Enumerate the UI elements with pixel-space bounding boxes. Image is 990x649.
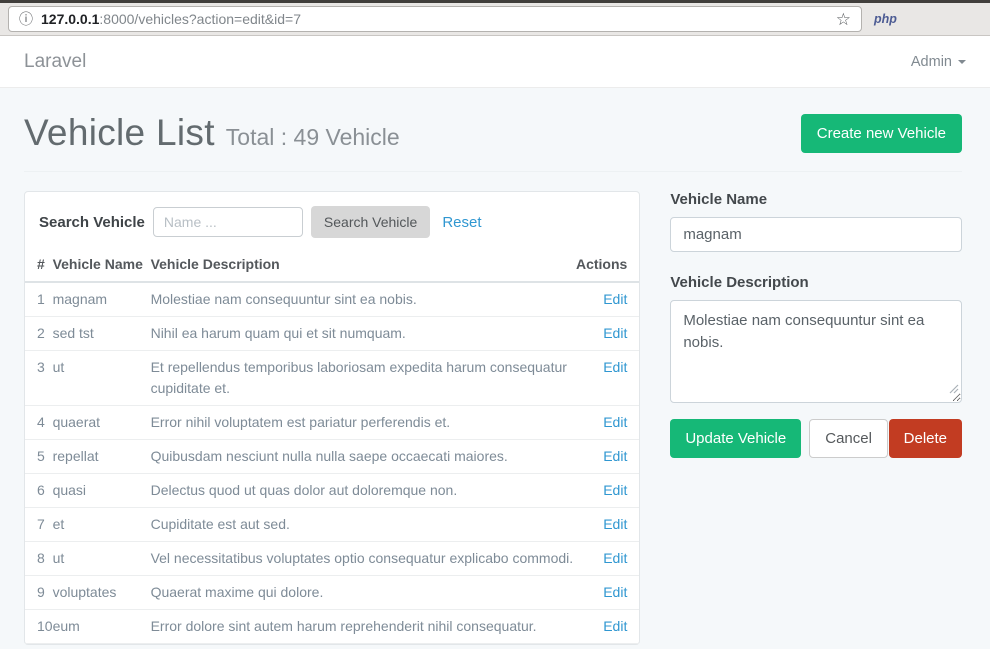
address-bar[interactable]: ⓘ 127.0.0.1:8000/vehicles?action=edit&id…	[8, 6, 862, 32]
vehicle-description-cell: Cupiditate est aut sed.	[151, 508, 576, 542]
vehicle-name-cell: quasi	[53, 474, 151, 508]
admin-menu-label: Admin	[911, 54, 952, 70]
vehicle-description-label: Vehicle Description	[670, 274, 962, 291]
edit-link[interactable]: Edit	[603, 291, 627, 307]
search-form: Search Vehicle Search Vehicle Reset	[25, 192, 639, 250]
table-row: 10 eum Error dolore sint autem harum rep…	[25, 610, 639, 644]
url-text: 127.0.0.1:8000/vehicles?action=edit&id=7	[41, 11, 301, 27]
row-number-cell: 7	[25, 508, 53, 542]
table-row: 5 repellat Quibusdam nesciunt nulla null…	[25, 440, 639, 474]
vehicle-name-cell: ut	[53, 542, 151, 576]
url-host: 127.0.0.1	[41, 11, 99, 27]
col-header-name: Vehicle Name	[53, 250, 151, 282]
row-number-cell: 8	[25, 542, 53, 576]
vehicle-name-cell: eum	[53, 610, 151, 644]
brand-laravel[interactable]: Laravel	[24, 51, 86, 73]
vehicle-name-cell: sed tst	[53, 317, 151, 351]
table-row: 4 quaerat Error nihil voluptatem est par…	[25, 406, 639, 440]
edit-link[interactable]: Edit	[603, 550, 627, 566]
vehicle-description-cell: Et repellendus temporibus laboriosam exp…	[151, 351, 576, 406]
textarea-wrapper: Molestiae nam consequuntur sint ea nobis…	[670, 300, 962, 403]
table-row: 8 ut Vel necessitatibus voluptates optio…	[25, 542, 639, 576]
vehicle-description-cell: Nihil ea harum quam qui et sit numquam.	[151, 317, 576, 351]
vehicle-name-input[interactable]	[670, 217, 962, 252]
page-header: Vehicle List Total : 49 Vehicle Create n…	[24, 88, 962, 172]
browser-chrome: ⓘ 127.0.0.1:8000/vehicles?action=edit&id…	[0, 0, 990, 36]
caret-down-icon	[958, 60, 966, 64]
edit-link[interactable]: Edit	[603, 448, 627, 464]
vehicle-name-cell: voluptates	[53, 576, 151, 610]
row-number-cell: 1	[25, 282, 53, 317]
create-vehicle-button[interactable]: Create new Vehicle	[801, 114, 962, 153]
vehicle-name-cell: ut	[53, 351, 151, 406]
search-input[interactable]	[153, 207, 303, 237]
vehicle-description-cell: Molestiae nam consequuntur sint ea nobis…	[151, 282, 576, 317]
vehicle-description-cell: Error nihil voluptatem est pariatur perf…	[151, 406, 576, 440]
table-row: 3 ut Et repellendus temporibus laboriosa…	[25, 351, 639, 406]
col-header-desc: Vehicle Description	[151, 250, 576, 282]
cancel-button[interactable]: Cancel	[809, 419, 888, 458]
table-row: 2 sed tst Nihil ea harum quam qui et sit…	[25, 317, 639, 351]
navbar: Laravel Admin	[0, 36, 990, 88]
row-number-cell: 2	[25, 317, 53, 351]
page-body: Vehicle List Total : 49 Vehicle Create n…	[0, 88, 990, 645]
search-button[interactable]: Search Vehicle	[311, 206, 430, 238]
edit-link[interactable]: Edit	[603, 359, 627, 375]
vehicle-description-cell: Quibusdam nesciunt nulla nulla saepe occ…	[151, 440, 576, 474]
edit-link[interactable]: Edit	[603, 584, 627, 600]
browser-toolbar: ⓘ 127.0.0.1:8000/vehicles?action=edit&id…	[0, 3, 990, 36]
col-header-actions: Actions	[576, 250, 639, 282]
form-buttons: Update Vehicle Cancel Delete	[670, 419, 962, 458]
vehicle-name-cell: repellat	[53, 440, 151, 474]
vehicle-name-cell: et	[53, 508, 151, 542]
edit-link[interactable]: Edit	[603, 516, 627, 532]
url-path: :8000/vehicles?action=edit&id=7	[99, 11, 301, 27]
vehicle-list-card: Search Vehicle Search Vehicle Reset # Ve…	[24, 191, 640, 645]
admin-menu[interactable]: Admin	[911, 54, 966, 70]
php-extension-icon[interactable]: php	[874, 12, 897, 26]
search-label: Search Vehicle	[39, 214, 145, 231]
row-number-cell: 3	[25, 351, 53, 406]
table-row: 7 et Cupiditate est aut sed. Edit	[25, 508, 639, 542]
page-title: Vehicle List	[24, 112, 215, 154]
total-count: Total : 49 Vehicle	[226, 116, 400, 151]
edit-link[interactable]: Edit	[603, 414, 627, 430]
row-number-cell: 10	[25, 610, 53, 644]
vehicle-description-cell: Quaerat maxime qui dolore.	[151, 576, 576, 610]
bookmark-star-icon[interactable]: ☆	[836, 11, 851, 28]
vehicle-table: # Vehicle Name Vehicle Description Actio…	[25, 250, 639, 644]
reset-link[interactable]: Reset	[442, 214, 481, 231]
col-header-num: #	[25, 250, 53, 282]
vehicle-name-label: Vehicle Name	[670, 191, 962, 208]
edit-link[interactable]: Edit	[603, 325, 627, 341]
row-number-cell: 4	[25, 406, 53, 440]
vehicle-description-cell: Delectus quod ut quas dolor aut doloremq…	[151, 474, 576, 508]
edit-link[interactable]: Edit	[603, 482, 627, 498]
vehicle-description-cell: Vel necessitatibus voluptates optio cons…	[151, 542, 576, 576]
row-number-cell: 5	[25, 440, 53, 474]
table-row: 9 voluptates Quaerat maxime qui dolore. …	[25, 576, 639, 610]
table-header-row: # Vehicle Name Vehicle Description Actio…	[25, 250, 639, 282]
content-row: Search Vehicle Search Vehicle Reset # Ve…	[24, 191, 962, 645]
table-row: 6 quasi Delectus quod ut quas dolor aut …	[25, 474, 639, 508]
site-info-icon[interactable]: ⓘ	[19, 12, 33, 26]
row-number-cell: 6	[25, 474, 53, 508]
vehicle-name-cell: quaerat	[53, 406, 151, 440]
vehicle-name-cell: magnam	[53, 282, 151, 317]
edit-vehicle-form: Vehicle Name Vehicle Description Molesti…	[670, 191, 962, 458]
vehicle-description-cell: Error dolore sint autem harum reprehende…	[151, 610, 576, 644]
vehicle-description-input[interactable]: Molestiae nam consequuntur sint ea nobis…	[670, 300, 962, 403]
row-number-cell: 9	[25, 576, 53, 610]
edit-link[interactable]: Edit	[603, 618, 627, 634]
update-vehicle-button[interactable]: Update Vehicle	[670, 419, 801, 458]
table-row: 1 magnam Molestiae nam consequuntur sint…	[25, 282, 639, 317]
delete-button[interactable]: Delete	[889, 419, 962, 458]
